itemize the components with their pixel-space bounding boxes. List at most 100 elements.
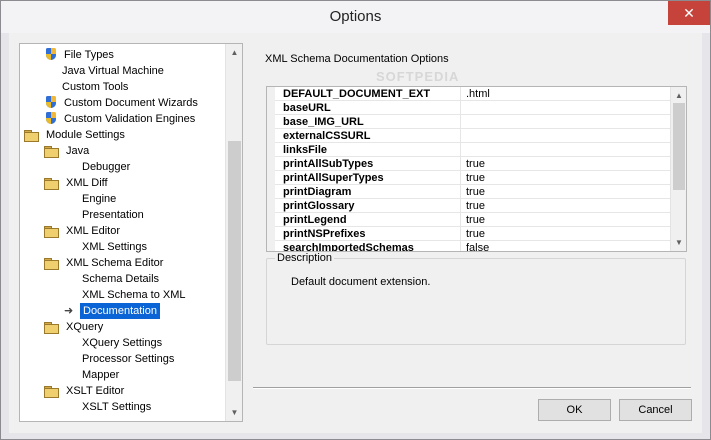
scroll-thumb[interactable] <box>673 103 685 190</box>
scroll-down-icon[interactable]: ▼ <box>671 234 686 251</box>
tree-item[interactable]: Module Settings <box>24 127 128 143</box>
property-row[interactable]: printAllSuperTypes true <box>275 171 671 185</box>
tree-item[interactable]: Mapper <box>79 367 122 383</box>
grid-gutter <box>267 87 275 251</box>
tree-item-label: XML Schema Editor <box>66 257 164 269</box>
tree-item-label: Documentation <box>80 303 160 319</box>
tree-item[interactable]: File Types <box>44 47 117 63</box>
property-name: printAllSubTypes <box>275 157 461 171</box>
tree-item[interactable]: XQuery Settings <box>79 335 165 351</box>
tree-item[interactable]: Custom Validation Engines <box>44 111 198 127</box>
options-window: Options ✕ File Types Java Virtual Machine… <box>0 0 711 440</box>
property-row[interactable]: searchImportedSchemas false <box>275 241 671 251</box>
description-group: Description Default document extension. <box>266 252 686 345</box>
tree-item[interactable]: Schema Details <box>79 271 162 287</box>
property-value[interactable]: .html <box>466 87 666 101</box>
tree-item[interactable]: Processor Settings <box>79 351 177 367</box>
tree-item-label: XSLT Editor <box>66 385 125 397</box>
tree-item-label: Custom Validation Engines <box>64 113 196 125</box>
tree-item[interactable]: XSLT Editor <box>44 383 127 399</box>
property-row[interactable]: printGlossary true <box>275 199 671 213</box>
tree-item[interactable]: XML Editor <box>44 223 123 239</box>
scroll-down-icon[interactable]: ▼ <box>226 404 242 421</box>
shield-icon <box>44 48 58 62</box>
property-value[interactable]: false <box>466 241 666 251</box>
tree-item-label: Java Virtual Machine <box>62 65 164 77</box>
property-value[interactable]: true <box>466 199 666 213</box>
tree-item-label: XML Schema to XML <box>82 289 186 301</box>
tree-item[interactable]: Java <box>44 143 92 159</box>
title-bar: Options ✕ <box>1 1 710 33</box>
property-row[interactable]: externalCSSURL <box>275 129 671 143</box>
shield-icon <box>44 112 58 126</box>
description-label: Description <box>275 252 335 264</box>
property-row[interactable]: printLegend true <box>275 213 671 227</box>
tree-item-label: XSLT Settings <box>82 401 152 413</box>
scroll-up-icon[interactable]: ▲ <box>226 44 242 61</box>
property-value[interactable]: true <box>466 171 666 185</box>
property-row[interactable]: printDiagram true <box>275 185 671 199</box>
tree-item[interactable]: XQuery <box>44 319 106 335</box>
property-name: printNSPrefixes <box>275 227 461 241</box>
property-value[interactable] <box>466 129 666 143</box>
tree-item-label: Presentation <box>82 209 144 221</box>
tree-item-label: File Types <box>64 49 114 61</box>
property-value[interactable] <box>466 115 666 129</box>
property-row[interactable]: DEFAULT_DOCUMENT_EXT .html <box>275 87 671 101</box>
property-value[interactable]: true <box>466 185 666 199</box>
tree-item[interactable]: Custom Tools <box>59 79 131 95</box>
tree-item[interactable]: XML Schema to XML <box>79 287 189 303</box>
property-value[interactable]: true <box>466 157 666 171</box>
ok-button[interactable]: OK <box>538 399 611 421</box>
folder-icon <box>44 321 59 334</box>
property-name: externalCSSURL <box>275 129 461 143</box>
property-row[interactable]: linksFile <box>275 143 671 157</box>
tree-item[interactable]: XML Schema Editor <box>44 255 166 271</box>
cancel-button[interactable]: Cancel <box>619 399 692 421</box>
tree-scrollbar[interactable]: ▲ ▼ <box>225 44 242 421</box>
tree-item[interactable]: XSLT Settings <box>79 399 154 415</box>
property-name: printDiagram <box>275 185 461 199</box>
tree-item[interactable]: XML Settings <box>79 239 150 255</box>
options-tree[interactable]: File Types Java Virtual Machine Custom Too… <box>19 43 243 422</box>
property-row[interactable]: base_IMG_URL <box>275 115 671 129</box>
tree-item-label: Custom Document Wizards <box>64 97 198 109</box>
tree-item[interactable]: Java Virtual Machine <box>59 63 167 79</box>
property-row[interactable]: printAllSubTypes true <box>275 157 671 171</box>
property-name: DEFAULT_DOCUMENT_EXT <box>275 87 461 101</box>
property-value[interactable]: true <box>466 227 666 241</box>
tree-item-label: Engine <box>82 193 117 205</box>
property-value[interactable]: true <box>466 213 666 227</box>
folder-icon <box>24 129 39 142</box>
grid-scrollbar[interactable]: ▲ ▼ <box>670 87 686 251</box>
close-icon[interactable]: ✕ <box>668 1 710 25</box>
folder-icon <box>44 177 59 190</box>
property-row[interactable]: printNSPrefixes true <box>275 227 671 241</box>
folder-icon <box>44 145 59 158</box>
tree-item-label: Schema Details <box>82 273 160 285</box>
property-row[interactable]: baseURL <box>275 101 671 115</box>
tree-item-label: Custom Tools <box>62 81 129 93</box>
watermark: SOFTPEDIA <box>376 69 460 84</box>
tree-item-label: Mapper <box>82 369 120 381</box>
tree-item[interactable]: Debugger <box>79 159 133 175</box>
folder-icon <box>44 225 59 238</box>
property-name: printGlossary <box>275 199 461 213</box>
tree-item-label: XML Settings <box>82 241 148 253</box>
tree-item-label: XQuery Settings <box>82 337 163 349</box>
scroll-up-icon[interactable]: ▲ <box>671 87 686 104</box>
property-name: baseURL <box>275 101 461 115</box>
tree-item[interactable]: Engine <box>79 191 119 207</box>
section-title: XML Schema Documentation Options <box>265 53 449 65</box>
scroll-thumb[interactable] <box>228 141 241 381</box>
divider <box>253 387 691 389</box>
tree-item[interactable]: Presentation <box>79 207 147 223</box>
tree-item[interactable]: Custom Document Wizards <box>44 95 201 111</box>
property-value[interactable] <box>466 143 666 157</box>
tree-item[interactable]: Documentation <box>64 303 160 319</box>
tree-item-label: Java <box>66 145 90 157</box>
shield-icon <box>44 96 58 110</box>
property-grid[interactable]: DEFAULT_DOCUMENT_EXT .html baseURL base_IMG… <box>266 86 687 252</box>
property-value[interactable] <box>466 101 666 115</box>
tree-item[interactable]: XML Diff <box>44 175 111 191</box>
